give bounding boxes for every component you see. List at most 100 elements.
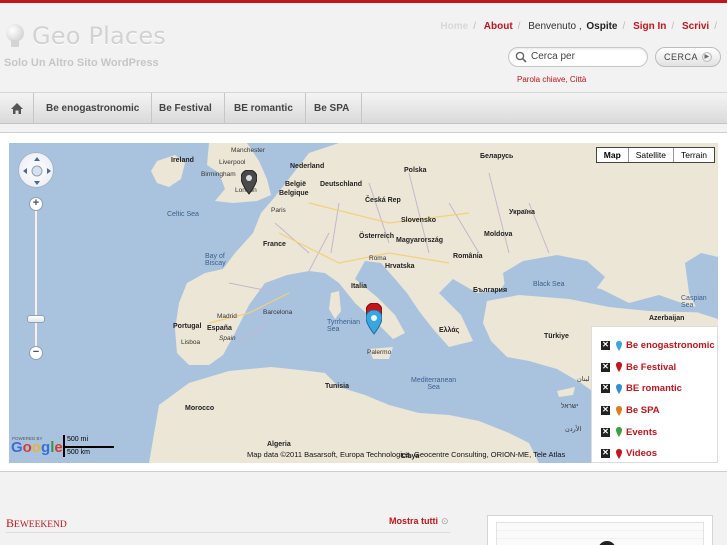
zoom-in-button[interactable]: + [29,197,43,211]
pin-icon [616,448,622,459]
label-black-sea: Black Sea [533,281,565,288]
section-divider [6,532,450,533]
marker-icon [598,541,616,545]
nav-item-festival[interactable]: Be Festival [147,93,225,124]
nav-item-enogastronomic[interactable]: Be enogastronomic [34,93,153,124]
sidebar-widget [487,515,713,545]
label-caspian: Caspian Sea [681,295,707,309]
label-algeria: Algeria [267,441,291,448]
label-lisboa: Lisboa [181,339,201,346]
label-moldova: Moldova [484,231,513,238]
bulb-icon [4,24,26,48]
pin-icon [616,362,622,373]
main-navbar: Be enogastronomic Be Festival BE romanti… [0,92,727,124]
site-title[interactable]: Geo Places [32,22,166,50]
legend-item[interactable]: ✕ Be SPA [592,400,717,422]
marker-pin-icon[interactable] [241,170,257,196]
map-attribution: Map data ©2011 Basarsoft, Europa Technol… [247,450,566,459]
site-tagline: Solo Un Altro Sito WordPress [4,57,159,69]
show-all-label: Mostra tutti [389,516,438,526]
legend-label: BE romantic [626,383,682,395]
label-tunisia: Tunisia [325,383,349,390]
legend-label: Videos [626,448,657,460]
map-legend: ✕ Be enogastronomic ✕ Be Festival ✕ BE r… [591,326,718,463]
label-palermo: Palermo [367,349,392,356]
checkbox-checked-icon[interactable]: ✕ [601,406,610,416]
legend-item[interactable]: ✕ Events [592,421,717,443]
signin-link[interactable]: Sign In [633,21,666,32]
legend-item[interactable]: ✕ BE romantic [592,378,717,400]
home-link[interactable]: Home [440,21,468,32]
label-belgique: Belgique [279,190,309,197]
label-deutschland: Deutschland [320,181,363,188]
label-israel: ישראל [561,403,579,410]
checkbox-checked-icon[interactable]: ✕ [601,362,610,372]
legend-item[interactable]: ✕ Be enogastronomic [592,335,717,357]
google-map[interactable]: Ireland Manchester Liverpool Birmingham … [9,143,718,463]
write-link[interactable]: Scrivi [682,21,709,32]
site-logo[interactable]: Geo Places [4,22,166,50]
checkbox-checked-icon[interactable]: ✕ [601,341,610,351]
checkbox-checked-icon[interactable]: ✕ [601,384,610,394]
search-icon [515,51,527,63]
map-type-satellite[interactable]: Satellite [629,148,675,162]
google-logo[interactable]: Google [11,439,63,456]
label-celtic-sea: Celtic Sea [167,211,199,218]
search-input[interactable]: Cerca per [508,47,648,67]
search-button-label: CERCA [663,52,698,62]
label-hrvatska: Hrvatska [385,263,415,270]
label-espana: España [207,325,232,332]
pan-control[interactable] [18,152,54,188]
label-jordan: الأردن [565,426,582,433]
nav-item-romantic[interactable]: BE romantic [222,93,306,124]
pan-hand-icon [23,157,51,185]
legend-label: Be Festival [626,361,677,373]
home-button[interactable] [0,93,34,124]
label-spain: Spain [219,335,236,342]
marker-pin-icon[interactable] [366,310,382,336]
legend-label: Be enogastronomic [626,340,715,352]
label-rome: Roma [369,255,387,262]
label-bay-biscay: Bay of Biscay [205,253,226,267]
zoom-out-button[interactable]: − [29,346,43,360]
legend-item[interactable]: ✕ Videos [592,443,717,463]
widget-map-preview [496,522,704,545]
label-magyarorszag: Magyarország [396,237,444,244]
label-slovensko: Slovensko [401,217,437,224]
label-ukraina: Україна [509,209,535,216]
section-title: BeWeekend [6,516,67,531]
label-nederland: Nederland [290,163,325,170]
search-button[interactable]: CERCA ▶ [655,47,721,67]
label-ellas: Ελλάς [439,327,460,334]
label-barcelona: Barcelona [263,309,293,316]
label-osterreich: Österreich [359,233,395,240]
zoom-slider-rail[interactable] [34,208,38,348]
map-type-control: Map Satellite Terrain [595,147,715,163]
pin-icon [616,340,622,351]
label-turkiye: Türkiye [544,333,569,340]
show-all-link[interactable]: Mostra tutti ⊙ [389,516,449,527]
arrow-circle-icon: ⊙ [441,516,449,526]
zoom-slider-handle[interactable] [27,315,45,323]
label-ceska: Česká Rep [365,197,401,204]
about-link[interactable]: About [484,21,513,32]
pin-icon [616,383,622,394]
label-ireland: Ireland [171,157,194,164]
user-navigation: Home / About / Benvenuto , Ospite / Sign In… [440,21,717,32]
top-accent-line [0,0,727,3]
checkbox-checked-icon[interactable]: ✕ [601,449,610,459]
nav-item-spa[interactable]: Be SPA [302,93,363,124]
scale-km: 500 km [67,449,90,456]
label-madrid: Madrid [217,313,237,320]
label-azerbaijan: Azerbaijan [649,315,685,322]
label-belarus: Беларусь [480,153,514,160]
map-type-map[interactable]: Map [597,148,629,162]
label-manchester: Manchester [231,147,265,154]
legend-item[interactable]: ✕ Be Festival [592,357,717,379]
search-placeholder: Cerca per [531,51,575,62]
label-france: France [263,241,286,248]
checkbox-checked-icon[interactable]: ✕ [601,427,610,437]
map-type-terrain[interactable]: Terrain [674,148,714,162]
label-morocco: Morocco [185,405,215,412]
map-scale: 500 mi 500 km [63,433,123,459]
